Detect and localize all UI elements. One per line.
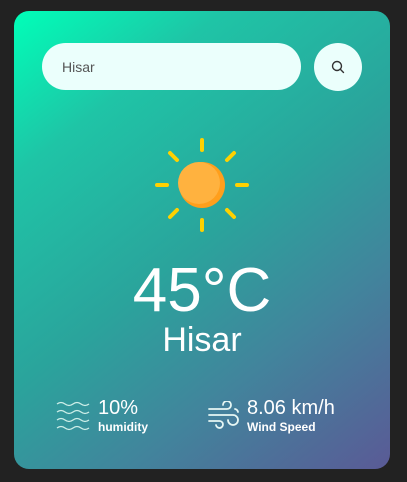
humidity-stat: 10% humidity <box>56 397 148 435</box>
humidity-label: humidity <box>98 420 148 434</box>
weather-card: 45°C Hisar 10% humidity 8.06 km/h <box>14 11 390 469</box>
sun-icon <box>155 138 249 232</box>
wind-speed-value: 8.06 km/h <box>247 397 335 419</box>
search-icon <box>331 60 345 74</box>
city-name: Hisar <box>162 321 242 359</box>
humidity-value: 10% <box>98 397 139 419</box>
wind-speed-label: Wind Speed <box>247 420 316 434</box>
search-button[interactable] <box>314 43 362 91</box>
humidity-waves-icon <box>56 401 90 431</box>
wind-icon <box>208 401 239 429</box>
temperature: 45°C <box>132 256 272 325</box>
search-input[interactable] <box>42 43 301 90</box>
wind-stat: 8.06 km/h Wind Speed <box>207 397 335 435</box>
